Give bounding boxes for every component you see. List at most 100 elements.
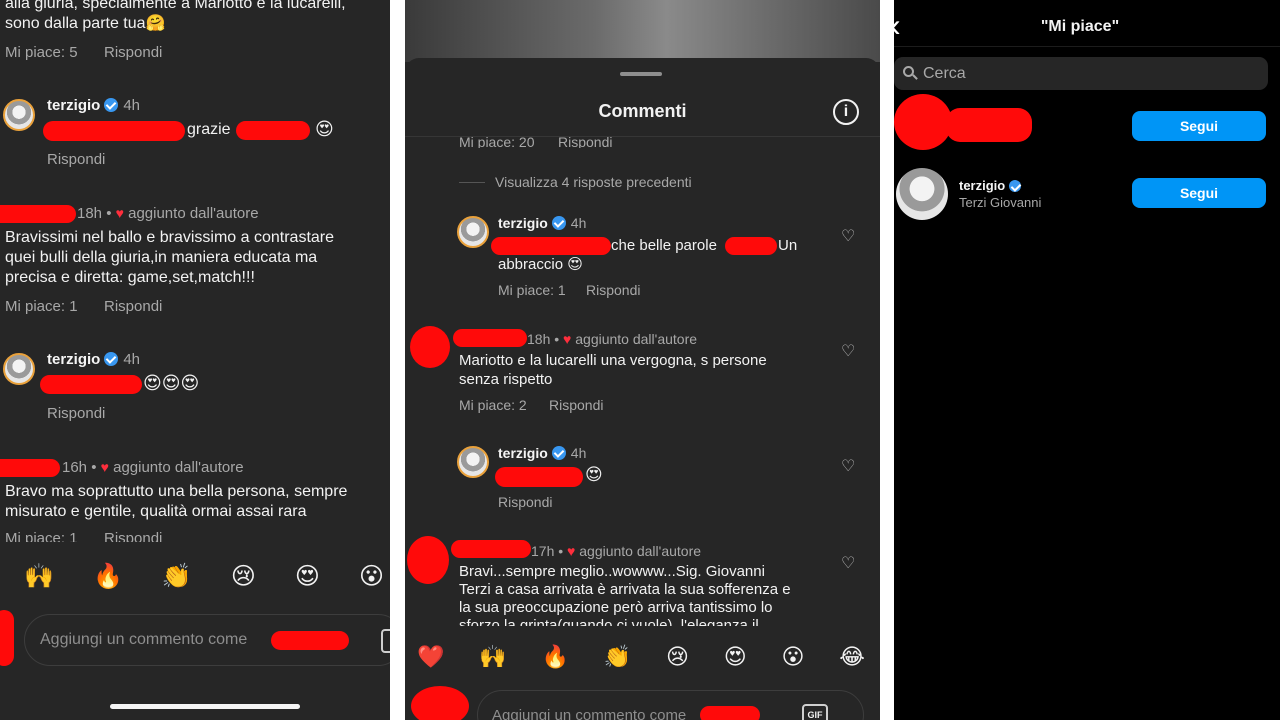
follow-button[interactable]: Segui <box>1132 178 1266 208</box>
search-icon-handle <box>912 74 918 80</box>
redaction-mark <box>451 540 531 558</box>
likes-count[interactable]: Mi piace: 2 <box>459 397 527 413</box>
reply-button[interactable]: Rispondi <box>498 494 552 510</box>
comment-input[interactable]: Aggiungi un commento come <box>24 614 390 666</box>
timestamp: 16h <box>62 459 88 476</box>
emoji-reaction-button[interactable]: 😍 <box>724 645 747 670</box>
redaction-mark <box>410 326 450 368</box>
reply-button[interactable]: Rispondi <box>549 397 603 413</box>
reply-button[interactable]: Rispondi <box>586 282 640 298</box>
redaction-mark <box>725 237 777 255</box>
likes-count[interactable]: Mi piace: 1 <box>5 298 78 315</box>
verified-badge-icon <box>104 98 119 112</box>
emoji-reaction-button[interactable]: 👏 <box>162 562 192 590</box>
comments-sheet: Commenti i Mi piace: 20 Rispondi Visuali… <box>405 0 880 720</box>
emoji-reaction-button[interactable]: 😂 <box>839 645 865 670</box>
emoji: 😍 <box>585 465 603 485</box>
search-input[interactable]: Cerca <box>894 57 1268 90</box>
username[interactable]: terzigio <box>959 178 1005 193</box>
emoji: 😍 <box>315 119 334 140</box>
username[interactable]: terzigio <box>47 351 100 368</box>
redaction-mark <box>0 459 60 477</box>
emoji-reaction-button[interactable]: 🙌 <box>479 645 506 670</box>
author-badge: aggiunto dall'autore <box>579 543 702 559</box>
avatar[interactable] <box>896 168 948 220</box>
avatar[interactable] <box>3 99 35 131</box>
reply-button[interactable]: Rispondi <box>104 44 162 61</box>
video-background <box>405 0 880 62</box>
likes-count[interactable]: Mi piace: 1 <box>5 530 78 542</box>
emoji-reaction-button[interactable]: 🙌 <box>24 562 54 590</box>
avatar[interactable] <box>457 446 489 478</box>
timestamp: 4h <box>123 97 141 114</box>
thread-line <box>459 182 485 183</box>
timestamp: 4h <box>570 445 587 461</box>
username[interactable]: terzigio <box>47 97 100 114</box>
reply-button[interactable]: Rispondi <box>104 298 162 315</box>
comment-text: precisa e diretta: game,set,match!!! <box>5 269 255 286</box>
redaction-mark <box>43 121 185 141</box>
likes-count[interactable]: Mi piace: 1 <box>498 282 566 298</box>
comment-input[interactable]: Aggiungi un commento come GIF <box>477 690 864 720</box>
username[interactable]: terzigio <box>498 215 548 231</box>
reply-button[interactable]: Rispondi <box>104 530 162 542</box>
reply-button[interactable]: Rispondi <box>558 134 612 148</box>
like-heart-icon[interactable]: ♡ <box>841 229 857 245</box>
like-heart-icon[interactable]: ♡ <box>841 459 857 475</box>
redaction-mark <box>700 706 760 720</box>
emoji-reaction-button[interactable]: 🔥 <box>541 645 568 670</box>
redaction-mark <box>495 467 583 487</box>
drag-handle[interactable] <box>620 72 662 76</box>
emoji-reaction-button[interactable]: 😍 <box>295 562 320 590</box>
emoji-reaction-button[interactable]: 😮 <box>359 562 384 590</box>
full-name: Terzi Giovanni <box>959 195 1042 210</box>
search-placeholder: Cerca <box>923 65 966 82</box>
comment-text: Un <box>778 237 798 254</box>
comment-text: Mariotto e la lucarelli una vergogna, s … <box>459 352 767 369</box>
info-icon[interactable]: i <box>833 99 859 125</box>
likes-count[interactable]: Mi piace: 20 <box>459 134 534 148</box>
emoji-reaction-button[interactable]: 😮 <box>781 645 804 670</box>
redaction-mark <box>946 108 1032 142</box>
redaction-mark <box>271 631 349 650</box>
comment-header: terzigio 4h <box>47 97 140 115</box>
emoji-reaction-button[interactable]: ❤️ <box>417 645 444 670</box>
redaction-mark <box>0 205 76 223</box>
emoji-reaction-button[interactable]: 🔥 <box>93 562 123 590</box>
comment-text: grazie <box>187 121 231 138</box>
emoji-reaction-button[interactable]: 😢 <box>666 645 689 670</box>
verified-badge-icon <box>551 216 566 230</box>
username[interactable]: terzigio <box>498 445 548 461</box>
comment-text: abbraccio 😍 <box>498 256 583 273</box>
comment-text: sforzo la grinta(quando ci vuole), l'ele… <box>459 617 759 626</box>
heart-icon: ♥ <box>115 205 124 221</box>
sticker-icon[interactable] <box>381 629 390 653</box>
emoji-reaction-button[interactable]: 😢 <box>231 562 256 590</box>
user-row-name: terzigio <box>959 177 1022 195</box>
like-heart-icon[interactable]: ♡ <box>841 556 857 572</box>
heart-icon: ♥ <box>567 543 576 559</box>
divider <box>894 46 1280 47</box>
emoji-reaction-button[interactable]: 👏 <box>604 645 631 670</box>
follow-button[interactable]: Segui <box>1132 111 1266 141</box>
view-previous-replies[interactable]: Visualizza 4 risposte precedenti <box>495 174 692 190</box>
gif-icon[interactable]: GIF <box>802 704 828 720</box>
emoji-quick-bar: ❤️ 🙌 🔥 👏 😢 😍 😮 😂 <box>417 642 865 672</box>
emoji-quick-bar: 🙌 🔥 👏 😢 😍 😮 <box>24 560 384 592</box>
likes-count[interactable]: Mi piace: 5 <box>5 44 78 61</box>
comments-panel-left: alla giuria, specialmente a Mariotto e l… <box>0 0 390 720</box>
comment-text: Terzi a casa arrivata è arrivata la sua … <box>459 581 791 598</box>
avatar[interactable] <box>3 353 35 385</box>
reply-button[interactable]: Rispondi <box>47 151 105 168</box>
reply-button[interactable]: Rispondi <box>47 405 105 422</box>
like-heart-icon[interactable]: ♡ <box>841 344 857 360</box>
comment-text: Bravissimi nel ballo e bravissimo a cont… <box>5 229 335 246</box>
verified-badge-icon <box>104 352 119 366</box>
author-badge: aggiunto dall'autore <box>113 459 244 476</box>
redaction-mark <box>40 375 142 394</box>
avatar[interactable] <box>457 216 489 248</box>
sheet-title: Commenti <box>598 101 687 121</box>
author-badge: aggiunto dall'autore <box>128 205 259 222</box>
timestamp: 4h <box>123 351 141 368</box>
timestamp: 4h <box>570 215 587 231</box>
